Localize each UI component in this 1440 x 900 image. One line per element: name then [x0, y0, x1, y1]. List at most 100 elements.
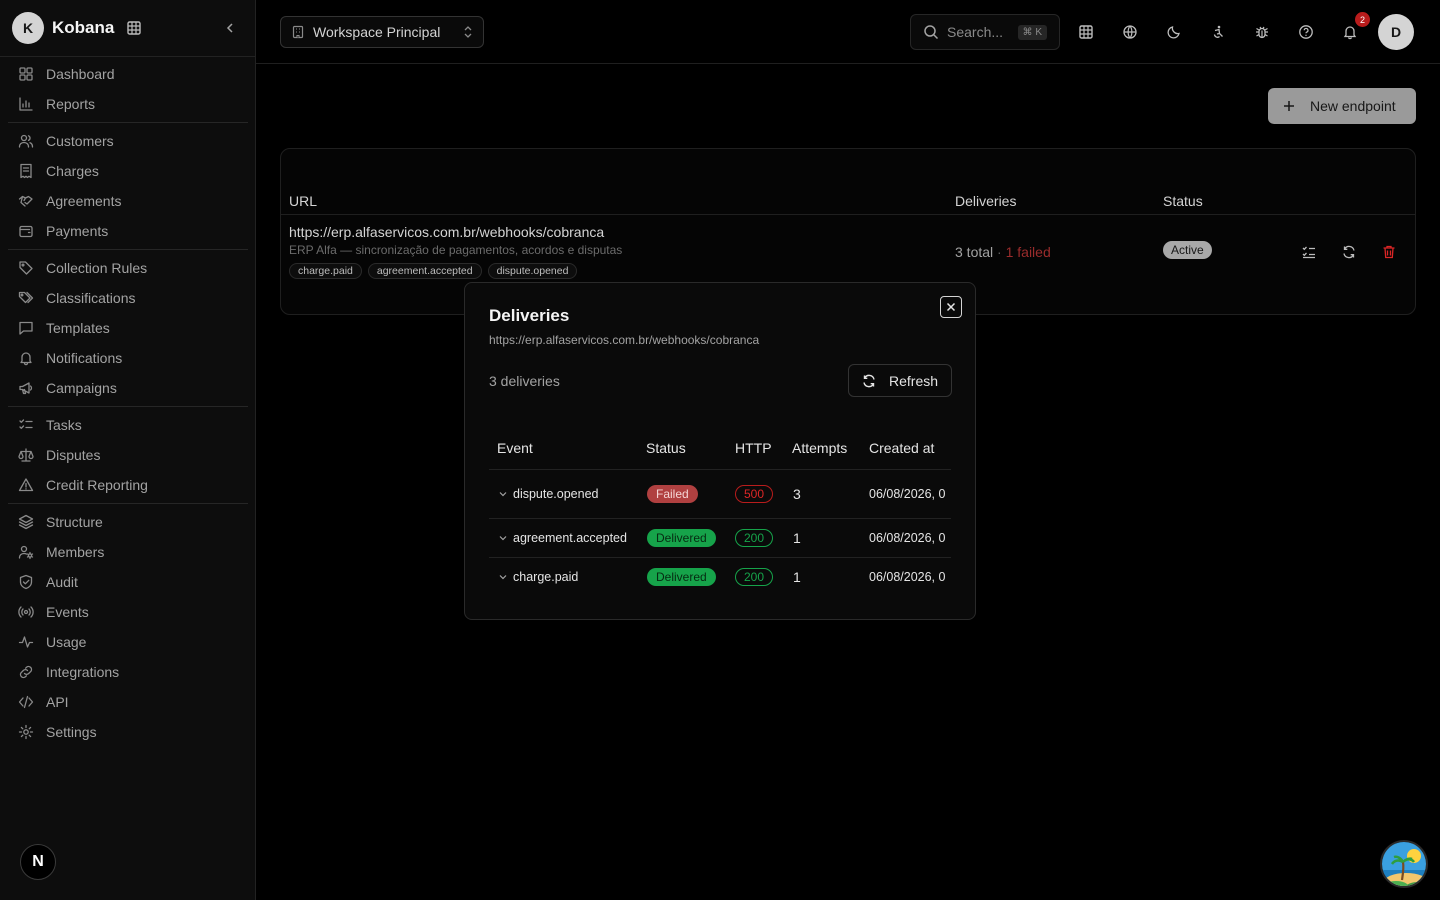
help-icon[interactable]: [1296, 22, 1316, 42]
sidebar-item-label: Agreements: [46, 193, 122, 209]
search-shortcut: ⌘ K: [1017, 24, 1047, 40]
sidebar-item-usage[interactable]: Usage: [18, 631, 86, 653]
divider: [281, 214, 1415, 215]
globe-icon[interactable]: [1120, 22, 1140, 42]
refresh-icon[interactable]: [1340, 243, 1358, 261]
sidebar-item-credit-reporting[interactable]: Credit Reporting: [18, 474, 148, 496]
new-endpoint-button[interactable]: New endpoint: [1268, 88, 1416, 124]
sidebar-item-templates[interactable]: Templates: [18, 317, 110, 339]
alert-triangle-icon: [18, 477, 34, 493]
created-at-value: 06/08/2026, 0: [869, 531, 946, 545]
next-badge[interactable]: N: [20, 844, 56, 880]
sidebar-item-campaigns[interactable]: Campaigns: [18, 377, 117, 399]
deliveries-separator: ·: [993, 244, 1006, 260]
column-header-status: Status: [646, 440, 686, 456]
org-name[interactable]: Kobana: [52, 18, 114, 38]
refresh-icon: [863, 374, 875, 387]
sidebar-item-label: Integrations: [46, 664, 120, 680]
workspace-select[interactable]: Workspace Principal: [280, 16, 484, 48]
trash-icon[interactable]: [1380, 243, 1398, 261]
attempts-value: 1: [793, 530, 801, 546]
sidebar-item-classifications[interactable]: Classifications: [18, 287, 135, 309]
deliveries-total: 3 total: [955, 244, 994, 260]
user-avatar[interactable]: D: [1378, 14, 1414, 50]
table-row[interactable]: dispute.opened Failed 500 3 06/08/2026, …: [489, 474, 951, 514]
sidebar-item-events[interactable]: Events: [18, 601, 89, 623]
event-name: agreement.accepted: [513, 531, 627, 545]
divider: [8, 249, 248, 250]
column-header-deliveries: Deliveries: [955, 193, 1017, 209]
sidebar-item-label: Members: [46, 544, 105, 560]
brand[interactable]: K Kobana: [12, 12, 142, 44]
chevron-down-icon[interactable]: [499, 534, 507, 542]
deliveries-dialog: Deliveries https://erp.alfaservicos.com.…: [464, 282, 976, 620]
building-icon: [292, 25, 304, 39]
sidebar-item-reports[interactable]: Reports: [18, 93, 95, 115]
sidebar-item-payments[interactable]: Payments: [18, 220, 108, 242]
divider: [489, 469, 951, 470]
moon-icon[interactable]: [1164, 22, 1184, 42]
status-badge: Delivered: [647, 568, 716, 586]
close-button[interactable]: [940, 296, 962, 318]
table-icon[interactable]: [1076, 22, 1096, 42]
sidebar-item-label: Payments: [46, 223, 109, 239]
sidebar-item-members[interactable]: Members: [18, 541, 104, 563]
link-icon: [18, 664, 34, 680]
plus-icon: [1284, 101, 1294, 111]
sidebar-item-disputes[interactable]: Disputes: [18, 444, 100, 466]
sidebar-item-customers[interactable]: Customers: [18, 130, 114, 152]
search-placeholder: Search...: [947, 24, 1004, 40]
sidebar-item-label: Disputes: [46, 447, 101, 463]
chevron-down-icon[interactable]: [499, 490, 507, 498]
column-header-created-at: Created at: [869, 440, 935, 456]
sidebar-item-tasks[interactable]: Tasks: [18, 414, 82, 436]
sidebar-item-settings[interactable]: Settings: [18, 721, 97, 743]
table-row[interactable]: agreement.accepted Delivered 200 1 06/08…: [489, 518, 951, 558]
attempts-value: 1: [793, 569, 801, 585]
sidebar-item-dashboard[interactable]: Dashboard: [18, 63, 115, 85]
sidebar-item-collection-rules[interactable]: Collection Rules: [18, 257, 147, 279]
radio-icon: [18, 604, 34, 620]
refresh-button[interactable]: Refresh: [848, 364, 952, 397]
sidebar-item-label: Usage: [46, 634, 87, 650]
grid-icon[interactable]: [126, 20, 142, 36]
divider: [256, 63, 1440, 64]
search-input[interactable]: Search... ⌘ K: [910, 14, 1060, 50]
assistant-avatar[interactable]: [1380, 840, 1428, 888]
close-icon: [946, 302, 956, 312]
sidebar-item-label: Settings: [46, 724, 97, 740]
sidebar-item-structure[interactable]: Structure: [18, 511, 103, 533]
sidebar-item-integrations[interactable]: Integrations: [18, 661, 119, 683]
chevron-down-icon[interactable]: [499, 573, 507, 581]
bug-icon[interactable]: [1252, 22, 1272, 42]
sidebar-item-notifications[interactable]: Notifications: [18, 347, 122, 369]
endpoint-description: ERP Alfa — sincronização de pagamentos, …: [289, 243, 623, 257]
sidebar-item-label: Credit Reporting: [46, 477, 148, 493]
sidebar-item-charges[interactable]: Charges: [18, 160, 99, 182]
table-row[interactable]: charge.paid Delivered 200 1 06/08/2026, …: [489, 557, 951, 597]
sidebar-item-agreements[interactable]: Agreements: [18, 190, 121, 212]
collapse-sidebar-icon[interactable]: [220, 18, 240, 38]
sidebar-item-api[interactable]: API: [18, 691, 69, 713]
attempts-value: 3: [793, 486, 801, 502]
new-endpoint-label: New endpoint: [1310, 98, 1396, 114]
sidebar-item-audit[interactable]: Audit: [18, 571, 78, 593]
status-badge: Active: [1163, 241, 1212, 259]
activity-icon: [18, 634, 34, 650]
sidebar-item-label: Notifications: [46, 350, 123, 366]
sidebar-item-label: Audit: [46, 574, 78, 590]
endpoint-url[interactable]: https://erp.alfaservicos.com.br/webhooks…: [289, 224, 604, 240]
event-name: charge.paid: [513, 570, 579, 584]
handshake-icon: [18, 193, 34, 209]
list-checks-icon[interactable]: [1300, 243, 1318, 261]
code-icon: [18, 694, 34, 710]
org-avatar[interactable]: K: [12, 12, 44, 44]
tag-icon: [18, 260, 34, 276]
dialog-subtitle: https://erp.alfaservicos.com.br/webhooks…: [489, 333, 760, 347]
refresh-label: Refresh: [889, 372, 939, 389]
accessibility-icon[interactable]: [1208, 22, 1228, 42]
endpoint-deliveries-summary[interactable]: 3 total · 1 failed: [955, 244, 1051, 260]
sidebar-item-label: Events: [46, 604, 89, 620]
status-badge: Delivered: [647, 529, 716, 547]
sidebar-item-label: Reports: [46, 96, 96, 112]
